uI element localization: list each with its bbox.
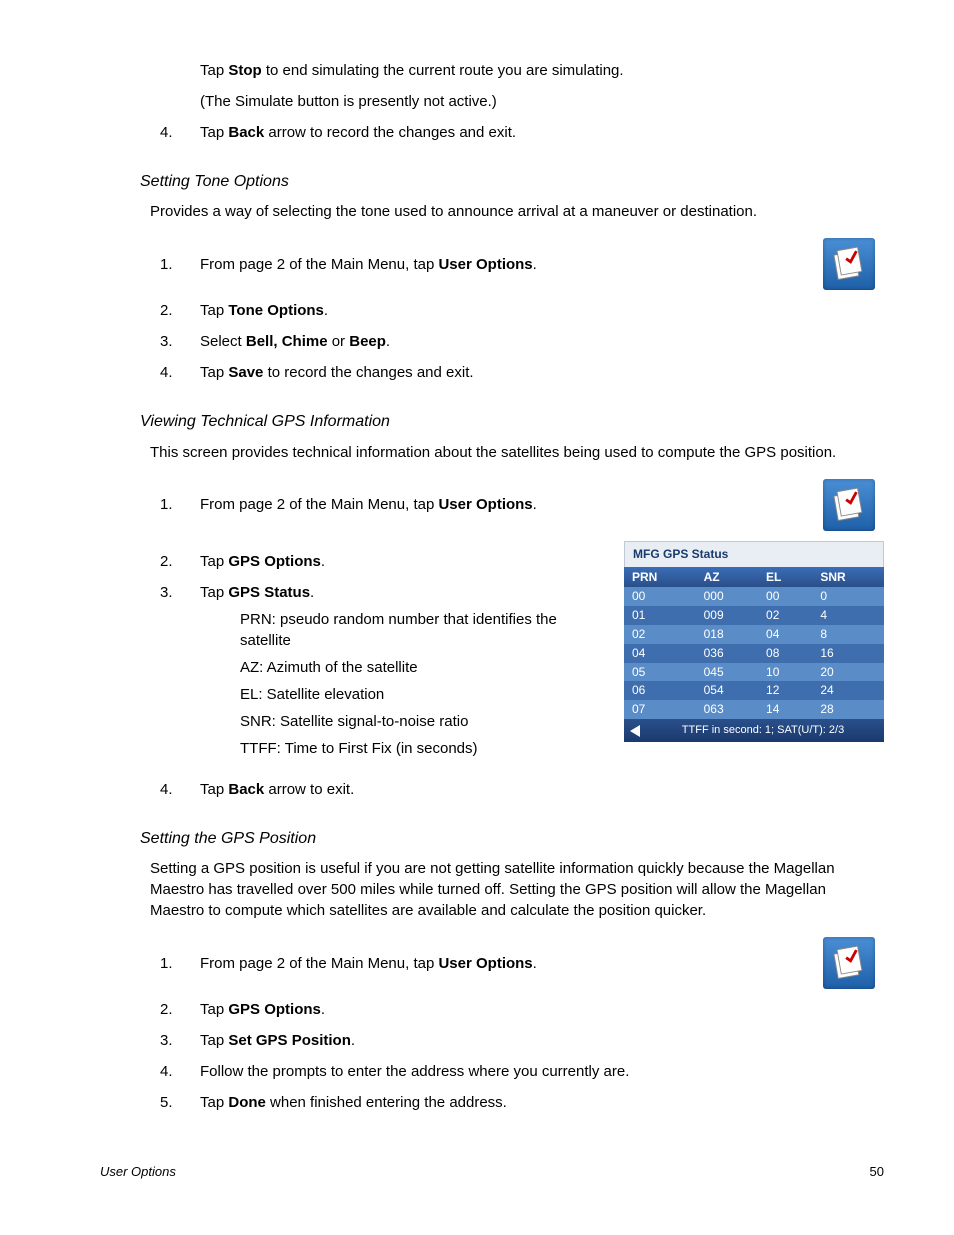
gpsview-s4-body: Tap Back arrow to exit.	[200, 779, 884, 800]
table-row: 040360816	[624, 644, 884, 663]
gpsset-s2-body: Tap GPS Options.	[200, 999, 884, 1020]
def-az: AZ: Azimuth of the satellite	[240, 657, 594, 678]
gps-status-footer: TTFF in second: 1; SAT(U/T): 2/3	[624, 719, 884, 742]
table-row: 02018048	[624, 625, 884, 644]
tone-s2-body: Tap Tone Options.	[200, 300, 884, 321]
tone-s4-body: Tap Save to record the changes and exit.	[200, 362, 884, 383]
intro-stop-line: Tap Stop to end simulating the current r…	[200, 60, 884, 81]
user-options-icon	[823, 937, 875, 989]
def-el: EL: Satellite elevation	[240, 684, 594, 705]
table-row: 00000000	[624, 587, 884, 606]
table-row: 060541224	[624, 681, 884, 700]
def-snr: SNR: Satellite signal-to-noise ratio	[240, 711, 594, 732]
user-options-icon	[823, 479, 875, 531]
back-arrow-icon[interactable]	[630, 725, 640, 737]
gps-status-widget: MFG GPS Status PRN AZ EL SNR 00000000 01…	[624, 541, 884, 743]
gpsset-s3-body: Tap Set GPS Position.	[200, 1030, 884, 1051]
gpsset-s3-num: 3.	[160, 1030, 200, 1051]
tone-s1-num: 1.	[160, 254, 200, 275]
gps-status-table: PRN AZ EL SNR 00000000 01009024 02018048…	[624, 567, 884, 719]
tone-s2-num: 2.	[160, 300, 200, 321]
gpsset-s5-body: Tap Done when finished entering the addr…	[200, 1092, 884, 1113]
table-row: 01009024	[624, 606, 884, 625]
gpsview-s4-num: 4.	[160, 779, 200, 800]
intro-sim-note: (The Simulate button is presently not ac…	[200, 91, 884, 112]
gpsset-s2-num: 2.	[160, 999, 200, 1020]
gpsset-s4-num: 4.	[160, 1061, 200, 1082]
tone-s4-num: 4.	[160, 362, 200, 383]
table-row: 050451020	[624, 663, 884, 682]
gpsview-s1-body: From page 2 of the Main Menu, tap User O…	[200, 494, 814, 515]
user-options-icon	[823, 238, 875, 290]
tone-s1-body: From page 2 of the Main Menu, tap User O…	[200, 254, 814, 275]
gpsview-s1-num: 1.	[160, 494, 200, 515]
gpsview-heading: Viewing Technical GPS Information	[140, 411, 884, 433]
gpsview-s2-body: Tap GPS Options.	[200, 551, 604, 572]
table-row: 070631428	[624, 700, 884, 719]
def-ttff: TTFF: Time to First Fix (in seconds)	[240, 738, 594, 759]
footer-page-number: 50	[870, 1163, 884, 1181]
def-prn: PRN: pseudo random number that identifie…	[240, 609, 594, 651]
gpsset-s1-body: From page 2 of the Main Menu, tap User O…	[200, 953, 814, 974]
gpsset-para: Setting a GPS position is useful if you …	[150, 858, 884, 921]
gpsview-s2-num: 2.	[160, 551, 200, 572]
gps-status-title: MFG GPS Status	[624, 541, 884, 567]
tone-heading: Setting Tone Options	[140, 171, 884, 193]
gpsset-s1-num: 1.	[160, 953, 200, 974]
gpsview-s3-body: Tap GPS Status. PRN: pseudo random numbe…	[200, 582, 604, 759]
gpsview-s3-num: 3.	[160, 582, 200, 759]
footer-section: User Options	[100, 1163, 176, 1181]
tone-s3-num: 3.	[160, 331, 200, 352]
intro-step4-body: Tap Back arrow to record the changes and…	[200, 122, 884, 143]
gpsset-heading: Setting the GPS Position	[140, 828, 884, 850]
gpsset-s4-body: Follow the prompts to enter the address …	[200, 1061, 884, 1082]
gpsset-s5-num: 5.	[160, 1092, 200, 1113]
gpsview-para: This screen provides technical informati…	[150, 442, 884, 463]
tone-para: Provides a way of selecting the tone use…	[150, 201, 884, 222]
tone-s3-body: Select Bell, Chime or Beep.	[200, 331, 884, 352]
intro-step4-num: 4.	[160, 122, 200, 143]
